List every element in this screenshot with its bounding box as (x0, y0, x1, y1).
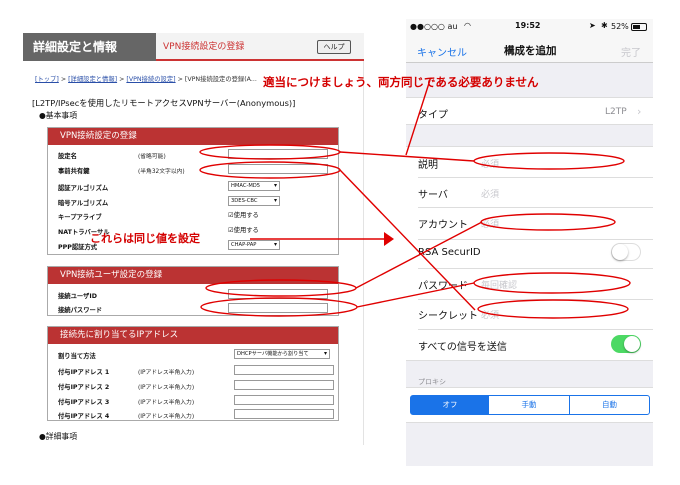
link-password-to-password (356, 282, 475, 308)
annotation-top-note: 適当につけましょう、両方同じである必要ありません (263, 75, 539, 89)
ellipse-secret (477, 299, 629, 319)
ellipse-password (473, 272, 631, 294)
annotation-same-value-note: これらは同じ値を設定 (90, 232, 200, 245)
ellipse-user-password (200, 297, 358, 317)
link-userid-to-account (355, 221, 483, 289)
pointer-to-top-note (405, 79, 431, 156)
ellipse-description (473, 152, 625, 170)
ellipse-setting-name (199, 144, 341, 160)
ellipse-account (480, 213, 616, 231)
ellipse-user-id (205, 279, 357, 297)
arrow-head-icon (384, 232, 394, 246)
link-psk-to-secret (339, 169, 476, 311)
ellipse-preshared-key (199, 161, 341, 179)
